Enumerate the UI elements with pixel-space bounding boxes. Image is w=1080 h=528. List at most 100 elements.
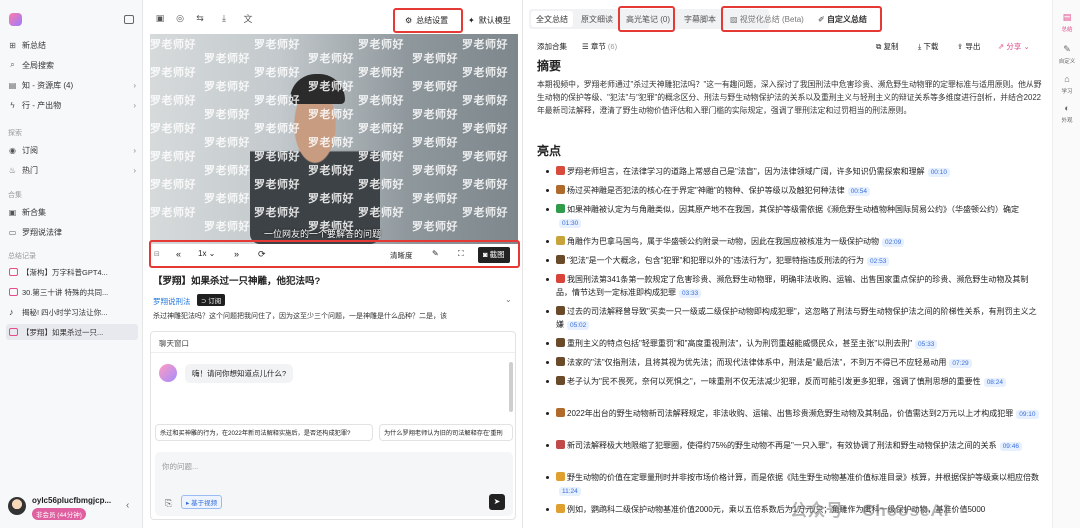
add-to-collection-button[interactable]: 添加合集 <box>537 41 567 52</box>
rail-item-summary[interactable]: ▤ 总结 <box>1055 12 1079 33</box>
bullet-dot <box>546 342 549 345</box>
chevron-left-icon[interactable]: ‹ <box>126 500 129 511</box>
timestamp-badge[interactable]: 07:29 <box>949 359 972 368</box>
chevron-down-icon[interactable]: ⌄ <box>505 295 512 304</box>
copy-button[interactable]: ⧉ 复制 <box>876 41 898 52</box>
sidebar-item-new-summary[interactable]: ⊞ 新总结 <box>8 38 136 52</box>
watermark-text: 罗老师好 <box>412 81 458 93</box>
chapter-button[interactable]: ☰ 章节 (6) <box>582 41 617 52</box>
attachment-icon[interactable]: ⎘ <box>165 498 172 509</box>
bullet-dot <box>546 444 549 447</box>
watermark-text: 罗老师好 <box>308 81 354 93</box>
bilibili-icon <box>9 288 18 296</box>
sidebar-item-luoxiang[interactable]: ▭ 罗翔说法律 <box>8 225 136 239</box>
sidebar-item-library[interactable]: ▤ 知 - 资源库 (4) › <box>8 78 136 92</box>
timestamp-badge[interactable]: 03:33 <box>679 289 702 298</box>
chat-scrollbar[interactable] <box>509 362 513 412</box>
timestamp-badge[interactable]: 09:10 <box>1016 410 1039 419</box>
share-button[interactable]: ⇗ 分享 ⌄ <box>998 41 1030 52</box>
watermark-text: 罗老师好 <box>358 151 404 163</box>
highlight-box <box>393 8 463 33</box>
timestamp-badge[interactable]: 08:24 <box>983 378 1006 387</box>
fire-icon: ♨ <box>8 165 17 175</box>
collapse-sidebar-icon[interactable] <box>124 15 134 24</box>
chat-input[interactable]: 你的问题... ⎘ ▸ 基于视频 ➤ <box>155 452 513 516</box>
watermark-text: 罗老师好 <box>254 207 300 219</box>
timestamp-badge[interactable]: 00:10 <box>927 168 950 177</box>
highlight-box <box>149 240 520 268</box>
tab-full-summary[interactable]: 全文总结 <box>536 14 568 25</box>
highlight-text: "犯法"是一个大概念，包含"犯罪"和犯罪以外的"违法行为"，犯罪特指违反刑法的行… <box>567 256 865 265</box>
subscribe-button[interactable]: ⊃ 订阅 <box>197 294 226 306</box>
history-item[interactable]: ♪ 揭秘! 四小时学习法让你... <box>6 304 138 320</box>
watermark-text: 罗老师好 <box>412 109 458 121</box>
watermark-text: 罗老师好 <box>462 123 508 135</box>
timestamp-badge[interactable]: 05:02 <box>567 321 590 330</box>
timestamp-badge[interactable]: 02:53 <box>867 257 890 266</box>
highlight-text: 杨过买神雕是否犯法的核心在于界定"神雕"的物种、保护等级以及触犯何种法律 <box>567 186 845 195</box>
watermark-text: 罗老师好 <box>308 109 354 121</box>
watermark-text: 罗老师好 <box>150 123 196 135</box>
rail-item-custom[interactable]: ✎ 自定义 <box>1055 44 1079 65</box>
export-button[interactable]: ⇪ 导出 <box>957 41 980 52</box>
video-player[interactable]: 罗老师好 罗老师好 罗老师好 罗老师好 罗老师好 罗老师好 罗老师好 罗老师好 罗老师好 罗老师好… <box>150 34 518 244</box>
suggestion-chip[interactable]: 为什么罗翔老师认为旧的司法解释存在'重刑 <box>379 424 513 441</box>
watermark-text: 罗老师好 <box>254 67 300 79</box>
swap-icon[interactable]: ⇆ <box>194 12 206 24</box>
bullet-dot <box>546 189 549 192</box>
history-item[interactable]: 30.第三十讲 特殊的共同... <box>6 284 138 300</box>
suggestion-chip[interactable]: 杀过和买神雕的行为，在2022年新司法解释实施后，是否还构成犯罪? <box>155 424 373 441</box>
sidebar-item-hot[interactable]: ♨ 热门 › <box>8 163 136 177</box>
play-circle-icon[interactable]: ◎ <box>174 12 186 24</box>
sidebar-item-subscribe[interactable]: ◉ 订阅 › <box>8 143 136 157</box>
sidebar-item-global-search[interactable]: ⌕ 全局搜索 <box>8 58 136 72</box>
bullet-dot <box>546 412 549 415</box>
pen-icon: ✎ <box>1063 44 1071 54</box>
video-context-chip[interactable]: ▸ 基于视频 <box>181 495 223 509</box>
channel-name[interactable]: 罗翔说刑法 <box>153 296 191 307</box>
timestamp-badge[interactable]: 02:09 <box>882 238 905 247</box>
book-icon: ▤ <box>8 80 17 90</box>
rss-icon: ⊃ <box>201 298 207 305</box>
highlight-item: 新司法解释极大地限缩了犯罪圈，使得约75%的野生动物不再是"一只入罪"，有效协调… <box>556 439 1040 452</box>
highlight-text: 角雕作为巴拿马国鸟，属于华盛顿公约附录一动物，因此在我国应被核准为一级保护动物 <box>567 237 879 246</box>
summary-paragraph: 本期视频中，罗翔老师通过"杀过天神雕犯法吗？"这一有趣问题，深入探讨了我国刑法中… <box>537 80 1042 115</box>
avatar[interactable] <box>8 497 26 515</box>
timestamp-badge[interactable]: 09:46 <box>999 442 1022 451</box>
share-icon: ⇗ <box>998 42 1005 51</box>
rail-item-learn[interactable]: ⌂ 学习 <box>1055 74 1079 95</box>
rail-item-appearance[interactable]: ◐ 外观 <box>1055 103 1079 124</box>
download-button[interactable]: ⤓ 下载 <box>918 41 938 52</box>
highlight-text: 2022年出台的野生动物新司法解释规定，非法收购、运输、出售珍贵濒危野生动物及其… <box>567 409 1014 418</box>
tab-original-read[interactable]: 原文细读 <box>581 14 613 25</box>
emoji-icon <box>556 338 565 347</box>
bullet-dot <box>546 170 549 173</box>
app-logo[interactable] <box>9 13 22 26</box>
watermark-text: 罗老师好 <box>150 95 196 107</box>
history-item[interactable]: 【渐构】万字科普GPT4... <box>6 264 138 280</box>
tiktok-icon: ♪ <box>9 307 14 317</box>
history-item-active[interactable]: 【罗翔】如果杀过一只... <box>6 324 138 340</box>
tab-subtitles[interactable]: 字幕脚本 <box>684 14 716 25</box>
default-model-button[interactable]: ✦ 默认模型 <box>468 15 511 26</box>
timestamp-badge[interactable]: 05:33 <box>915 340 938 349</box>
palette-icon: ◐ <box>1064 103 1070 113</box>
membership-badge[interactable]: 非会员 (44分钟) <box>32 508 86 520</box>
timestamp-badge[interactable]: 00:54 <box>847 187 870 196</box>
sidebar-item-outputs[interactable]: ϟ行 - 产出物 › <box>8 98 136 112</box>
bullet-dot <box>546 259 549 262</box>
watermark-text: 罗老师好 <box>462 179 508 191</box>
sidebar-item-new-collection[interactable]: ▣ 新合集 <box>8 205 136 219</box>
bullet-dot <box>546 508 549 511</box>
timestamp-badge[interactable]: 01:30 <box>559 219 582 228</box>
watermark-text: 罗老师好 <box>204 53 250 65</box>
translate-icon[interactable]: 文 <box>242 12 254 24</box>
send-button[interactable]: ➤ <box>489 494 505 510</box>
highlight-text: 如果神雕被认定为与角雕类似，因其原产地不在我国，其保护等级需依据《濒危野生动植物… <box>567 205 1019 214</box>
timestamp-badge[interactable]: 11:24 <box>559 487 581 496</box>
download-icon[interactable]: ⤓ <box>218 12 230 24</box>
monitor-icon[interactable]: ▣ <box>154 12 166 24</box>
copy-icon: ⧉ <box>876 42 882 51</box>
section-title-history: 总结记录 <box>8 253 36 260</box>
emoji-icon <box>556 185 565 194</box>
